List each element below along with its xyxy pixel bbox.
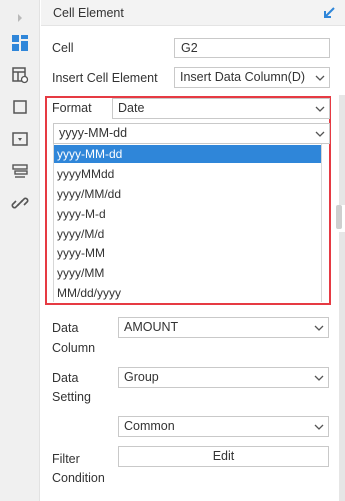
- widget-icon[interactable]: [10, 129, 30, 149]
- condition-attribute-icon[interactable]: [10, 161, 30, 181]
- dropdown-option[interactable]: yyyy-MM: [54, 244, 321, 262]
- date-pattern-dropdown: yyyy-MM-dd yyyyMMdd yyyy/MM/dd yyyy-M-d …: [53, 144, 322, 302]
- cell-element-panel: Cell Element Cell G2 Insert Cell Element…: [41, 0, 345, 501]
- cell-attribute-icon[interactable]: [10, 65, 30, 85]
- cell-element-icon[interactable]: [10, 33, 30, 53]
- scrollbar-edge-shade-lower: [339, 232, 345, 501]
- border-icon[interactable]: [10, 97, 30, 117]
- expand-arrow-icon[interactable]: [10, 8, 30, 28]
- scrollbar-thumb[interactable]: [336, 205, 342, 229]
- format-value: Date: [118, 101, 145, 115]
- data-setting-label-line2: Setting: [52, 390, 91, 404]
- insert-cell-element-label: Insert Cell Element: [52, 71, 158, 85]
- chevron-down-icon: [310, 99, 329, 118]
- panel-header: Cell Element: [41, 0, 345, 26]
- chevron-down-icon: [310, 124, 329, 143]
- chevron-down-icon: [309, 318, 328, 337]
- data-setting-select[interactable]: Group: [118, 367, 329, 388]
- data-column-value: AMOUNT: [124, 320, 179, 334]
- hyperlink-icon[interactable]: [10, 193, 30, 213]
- data-setting-label-line1: Data: [52, 371, 79, 385]
- dropdown-option[interactable]: yyyy/M/d: [54, 225, 321, 243]
- cell-input[interactable]: G2: [174, 38, 330, 58]
- collapse-arrow-icon[interactable]: [321, 5, 337, 21]
- format-select[interactable]: Date: [112, 98, 330, 119]
- filter-condition-label-line2: Condition: [52, 471, 105, 485]
- cell-label: Cell: [52, 41, 74, 55]
- date-pattern-value: yyyy-MM-dd: [59, 126, 128, 140]
- data-column-select[interactable]: AMOUNT: [118, 317, 329, 338]
- dropdown-option[interactable]: yyyyMMdd: [54, 165, 321, 183]
- chevron-down-icon: [310, 68, 329, 87]
- data-column-label-line1: Data: [52, 321, 79, 335]
- dropdown-option[interactable]: yyyy-M-d: [54, 205, 321, 223]
- scrollbar-edge-shade: [339, 95, 345, 205]
- chevron-down-icon: [309, 417, 328, 436]
- insert-cell-element-value: Insert Data Column(D): [180, 70, 306, 84]
- data-setting-mode-select[interactable]: Common: [118, 416, 329, 437]
- dropdown-option[interactable]: yyyy/MM/dd: [54, 185, 321, 203]
- dropdown-option[interactable]: MM/dd/yyyy: [54, 284, 321, 302]
- data-setting-mode-value: Common: [124, 419, 175, 433]
- panel-title: Cell Element: [53, 6, 124, 20]
- insert-cell-element-select[interactable]: Insert Data Column(D): [174, 67, 330, 88]
- dropdown-option[interactable]: yyyy/MM: [54, 264, 321, 282]
- chevron-down-icon: [309, 368, 328, 387]
- data-setting-value: Group: [124, 370, 159, 384]
- data-column-label-line2: Column: [52, 341, 96, 355]
- format-label: Format: [52, 101, 92, 115]
- filter-condition-label-line1: Filter: [52, 452, 80, 466]
- date-pattern-select[interactable]: yyyy-MM-dd: [53, 123, 330, 144]
- left-icon-rail: [0, 0, 40, 501]
- edit-filter-button[interactable]: Edit: [118, 446, 329, 467]
- dropdown-option[interactable]: yyyy-MM-dd: [54, 145, 321, 163]
